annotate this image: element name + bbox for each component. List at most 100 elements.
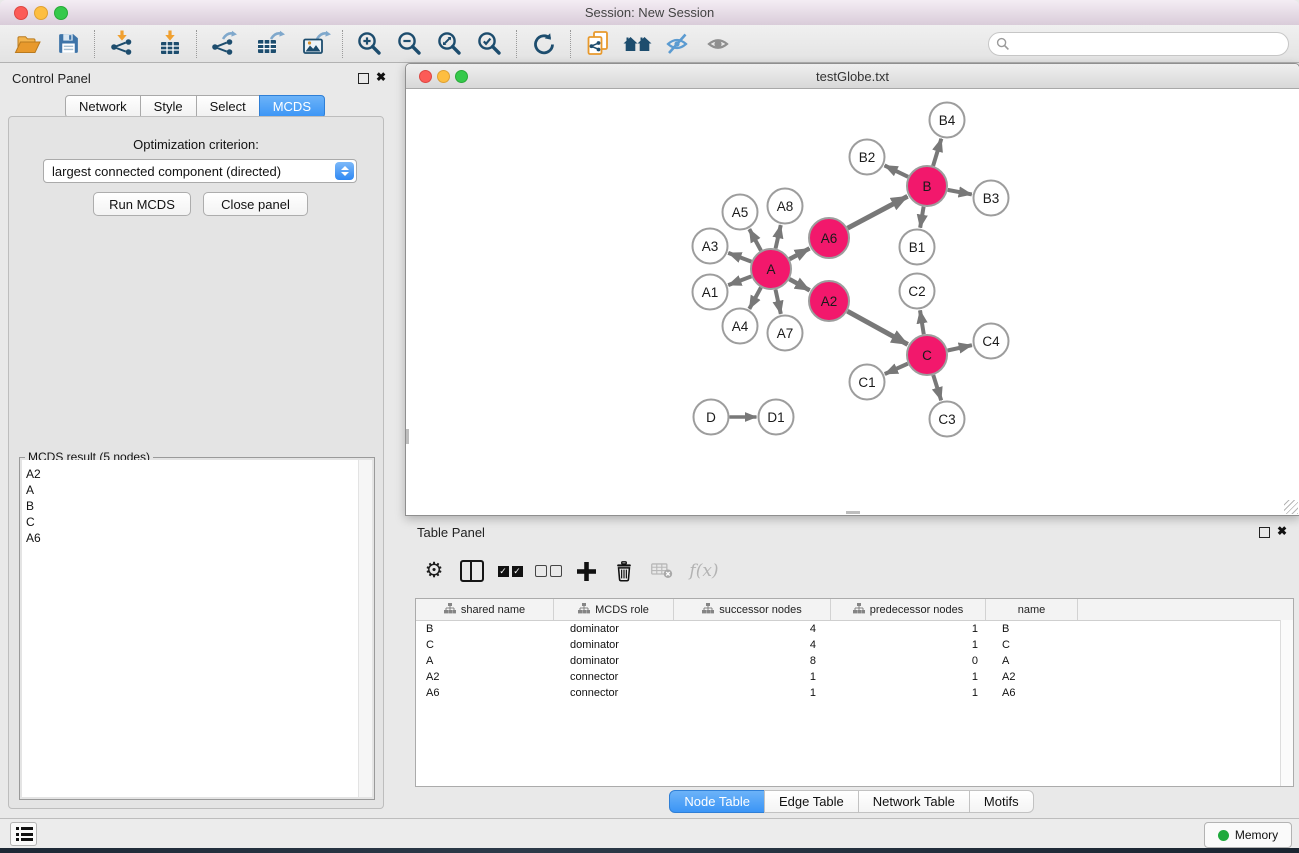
graph-node-A6[interactable]: A6 [809, 218, 849, 258]
table-row[interactable]: Adominator80A [416, 653, 1293, 669]
cell-mcds-role[interactable]: connector [554, 669, 674, 685]
edge-A-A1[interactable] [728, 276, 751, 285]
edge-B-B3[interactable] [948, 190, 972, 195]
edge-C-C1[interactable] [885, 364, 908, 374]
edge-A-A4[interactable] [749, 287, 761, 308]
mcds-result-item[interactable]: A2 [22, 466, 372, 482]
graph-node-B3[interactable]: B3 [974, 181, 1009, 216]
show-hide-graphics-details-button[interactable] [658, 27, 698, 61]
graph-node-A5[interactable]: A5 [723, 195, 758, 230]
graph-node-A8[interactable]: A8 [768, 189, 803, 224]
search-input[interactable] [1010, 36, 1264, 52]
edge-A-A7[interactable] [775, 290, 780, 314]
graph-node-C1[interactable]: C1 [850, 365, 885, 400]
cell-predecessor-nodes[interactable]: 1 [831, 669, 986, 685]
float-panel-icon[interactable] [358, 73, 369, 84]
column-header-shared-name[interactable]: shared name [416, 599, 554, 620]
graph-node-B4[interactable]: B4 [930, 103, 965, 138]
graph-node-A1[interactable]: A1 [693, 275, 728, 310]
memory-button[interactable]: Memory [1204, 822, 1292, 848]
cell-successor-nodes[interactable]: 4 [674, 637, 831, 653]
cell-name[interactable]: A6 [986, 685, 1078, 701]
cell-mcds-role[interactable]: connector [554, 685, 674, 701]
table-row[interactable]: A6connector11A6 [416, 685, 1293, 701]
cell-name[interactable]: A [986, 653, 1078, 669]
task-history-button[interactable] [10, 822, 37, 846]
criterion-dropdown[interactable]: largest connected component (directed) [43, 159, 357, 183]
table-row[interactable]: Cdominator41C [416, 637, 1293, 653]
cell-shared-name[interactable]: A2 [416, 669, 554, 685]
edge-C-C3[interactable] [933, 375, 941, 400]
import-table-button[interactable] [150, 27, 190, 61]
network-window-titlebar[interactable]: testGlobe.txt [406, 64, 1299, 89]
zoom-in-button[interactable] [350, 27, 390, 61]
show-all-button[interactable] [698, 27, 738, 61]
cell-predecessor-nodes[interactable]: 1 [831, 685, 986, 701]
delete-table-button[interactable] [643, 563, 681, 579]
edge-B-B2[interactable] [885, 165, 909, 176]
zoom-out-button[interactable] [390, 27, 430, 61]
edge-A2-C[interactable] [847, 311, 907, 344]
graph-node-A7[interactable]: A7 [768, 316, 803, 351]
edge-C-C4[interactable] [948, 345, 972, 350]
column-settings-button[interactable]: ⚙ [415, 561, 453, 581]
cell-predecessor-nodes[interactable]: 1 [831, 621, 986, 637]
cell-successor-nodes[interactable]: 8 [674, 653, 831, 669]
cell-successor-nodes[interactable]: 1 [674, 685, 831, 701]
network-graph-canvas[interactable]: AA1A2A3A4A5A6A7A8BB1B2B3B4CC1C2C3C4DD1 [406, 88, 1297, 513]
graph-node-A[interactable]: A [751, 249, 791, 289]
home-button[interactable] [618, 27, 658, 61]
edge-A-A8[interactable] [776, 225, 781, 248]
edge-A-A6[interactable] [790, 248, 810, 259]
cell-mcds-role[interactable]: dominator [554, 653, 674, 669]
open-file-button[interactable] [8, 27, 48, 61]
zoom-selected-button[interactable] [470, 27, 510, 61]
graph-node-D[interactable]: D [694, 400, 729, 435]
column-header-predecessor-nodes[interactable]: predecessor nodes [831, 599, 986, 620]
export-network-button[interactable] [204, 27, 244, 61]
canvas-bottom-scroll-thumb[interactable] [846, 511, 860, 514]
zoom-fit-button[interactable] [430, 27, 470, 61]
edge-A-A2[interactable] [789, 279, 809, 290]
graph-node-A4[interactable]: A4 [723, 309, 758, 344]
tab-edge-table[interactable]: Edge Table [764, 790, 859, 813]
mcds-result-list[interactable]: A2ABCA6 [22, 460, 372, 797]
table-row[interactable]: Bdominator41B [416, 621, 1293, 637]
import-network-button[interactable] [102, 27, 142, 61]
tab-network[interactable]: Network [65, 95, 141, 118]
tab-network-table[interactable]: Network Table [858, 790, 970, 813]
tab-mcds[interactable]: MCDS [259, 95, 325, 118]
column-header-mcds-role[interactable]: MCDS role [554, 599, 674, 620]
edge-B-B4[interactable] [933, 139, 941, 166]
new-network-from-selection-button[interactable] [578, 27, 618, 61]
edge-A-A3[interactable] [728, 253, 751, 262]
graph-node-A3[interactable]: A3 [693, 229, 728, 264]
cell-shared-name[interactable]: A6 [416, 685, 554, 701]
tab-style[interactable]: Style [140, 95, 197, 118]
run-mcds-button[interactable]: Run MCDS [93, 192, 191, 216]
show-all-columns-button[interactable]: ✓ ✓ [491, 566, 529, 577]
graph-node-B[interactable]: B [907, 166, 947, 206]
cell-name[interactable]: C [986, 637, 1078, 653]
graph-node-B2[interactable]: B2 [850, 140, 885, 175]
hide-all-columns-button[interactable] [529, 565, 567, 577]
tab-select[interactable]: Select [196, 95, 260, 118]
column-header-successor-nodes[interactable]: successor nodes [674, 599, 831, 620]
export-image-button[interactable] [296, 27, 336, 61]
graph-node-C2[interactable]: C2 [900, 274, 935, 309]
graph-node-B1[interactable]: B1 [900, 230, 935, 265]
graph-node-A2[interactable]: A2 [809, 281, 849, 321]
graph-node-C4[interactable]: C4 [974, 324, 1009, 359]
tab-node-table[interactable]: Node Table [669, 790, 765, 813]
cell-shared-name[interactable]: B [416, 621, 554, 637]
cell-shared-name[interactable]: A [416, 653, 554, 669]
function-builder-button[interactable]: f(x) [681, 561, 727, 581]
export-table-button[interactable] [250, 27, 290, 61]
cell-successor-nodes[interactable]: 1 [674, 669, 831, 685]
list-scrollbar[interactable] [358, 460, 372, 797]
table-scrollbar[interactable] [1280, 620, 1293, 786]
search-field[interactable] [988, 32, 1289, 56]
table-row[interactable]: A2connector11A2 [416, 669, 1293, 685]
cell-shared-name[interactable]: C [416, 637, 554, 653]
column-header-name[interactable]: name [986, 599, 1078, 620]
